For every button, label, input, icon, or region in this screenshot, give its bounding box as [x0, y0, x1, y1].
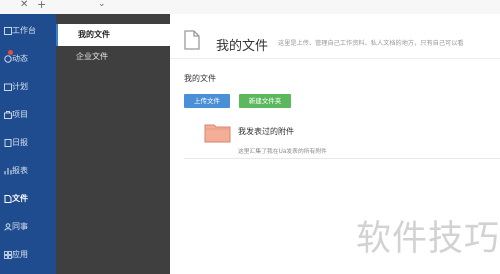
nav-item-file[interactable]: 文件 [0, 186, 56, 212]
new-tab-icon[interactable]: + [37, 0, 46, 11]
folder-icon [204, 124, 231, 143]
page-description: 这里是上传、管理自己工作资料、私人文档的地方，只有自己可以看 [278, 40, 464, 47]
workbench-icon [4, 27, 12, 35]
document-icon [184, 30, 200, 50]
folder-name[interactable]: 我发表过的附件 [238, 126, 294, 137]
nav-item-label: 工作台 [12, 26, 36, 35]
nav-item-project[interactable]: 项目 [0, 102, 56, 128]
section-title: 我的文件 [184, 74, 216, 83]
nav-item-label: 动态 [12, 54, 28, 63]
nav-item-label: 报表 [12, 166, 28, 175]
file-icon [4, 195, 12, 203]
main-nav: 工作台 动态 计划 项目 日报 报表 文件 同事 应用 [0, 14, 56, 274]
nav-item-label: 同事 [12, 222, 28, 231]
new-folder-button[interactable]: 新建文件夹 [239, 94, 291, 108]
nav-item-report[interactable]: 报表 [0, 158, 56, 184]
chevron-down-icon[interactable]: ⌄ [98, 0, 106, 10]
nav-item-label: 项目 [12, 110, 28, 119]
nav-item-label: 应用 [12, 250, 28, 259]
project-icon [4, 111, 12, 119]
nav-item-workbench[interactable]: 工作台 [0, 18, 56, 44]
nav-item-plan[interactable]: 计划 [0, 74, 56, 100]
apps-icon [4, 251, 12, 259]
browser-tab-strip: ✕ + ⌄ [0, 0, 500, 15]
watermark: 软件技巧 [356, 219, 500, 259]
folder-list-item[interactable]: 我发表过的附件 这里汇集了我在Ua发表的所有附件 [184, 120, 500, 159]
colleague-icon [4, 223, 12, 231]
folder-description: 这里汇集了我在Ua发表的所有附件 [238, 149, 327, 155]
daily-report-icon [4, 139, 12, 147]
nav-item-apps[interactable]: 应用 [0, 242, 56, 268]
nav-item-label: 日报 [12, 138, 28, 147]
close-tab-icon[interactable]: ✕ [20, 0, 28, 11]
activity-icon [4, 55, 12, 63]
sub-nav-enterprise-files[interactable]: 企业文件 [56, 46, 170, 68]
page-title: 我的文件 [216, 39, 269, 54]
sub-nav-my-files[interactable]: 我的文件 [56, 24, 170, 46]
nav-item-label: 计划 [12, 82, 28, 91]
nav-item-daily-report[interactable]: 日报 [0, 130, 56, 156]
plan-icon [4, 83, 12, 91]
report-icon [4, 168, 12, 175]
file-sub-nav: 我的文件 企业文件 [56, 14, 170, 274]
nav-item-label: 文件 [12, 194, 28, 203]
upload-file-button[interactable]: 上传文件 [184, 94, 230, 108]
divider [170, 58, 500, 59]
nav-item-activity[interactable]: 动态 [0, 46, 56, 72]
nav-item-colleague[interactable]: 同事 [0, 214, 56, 240]
